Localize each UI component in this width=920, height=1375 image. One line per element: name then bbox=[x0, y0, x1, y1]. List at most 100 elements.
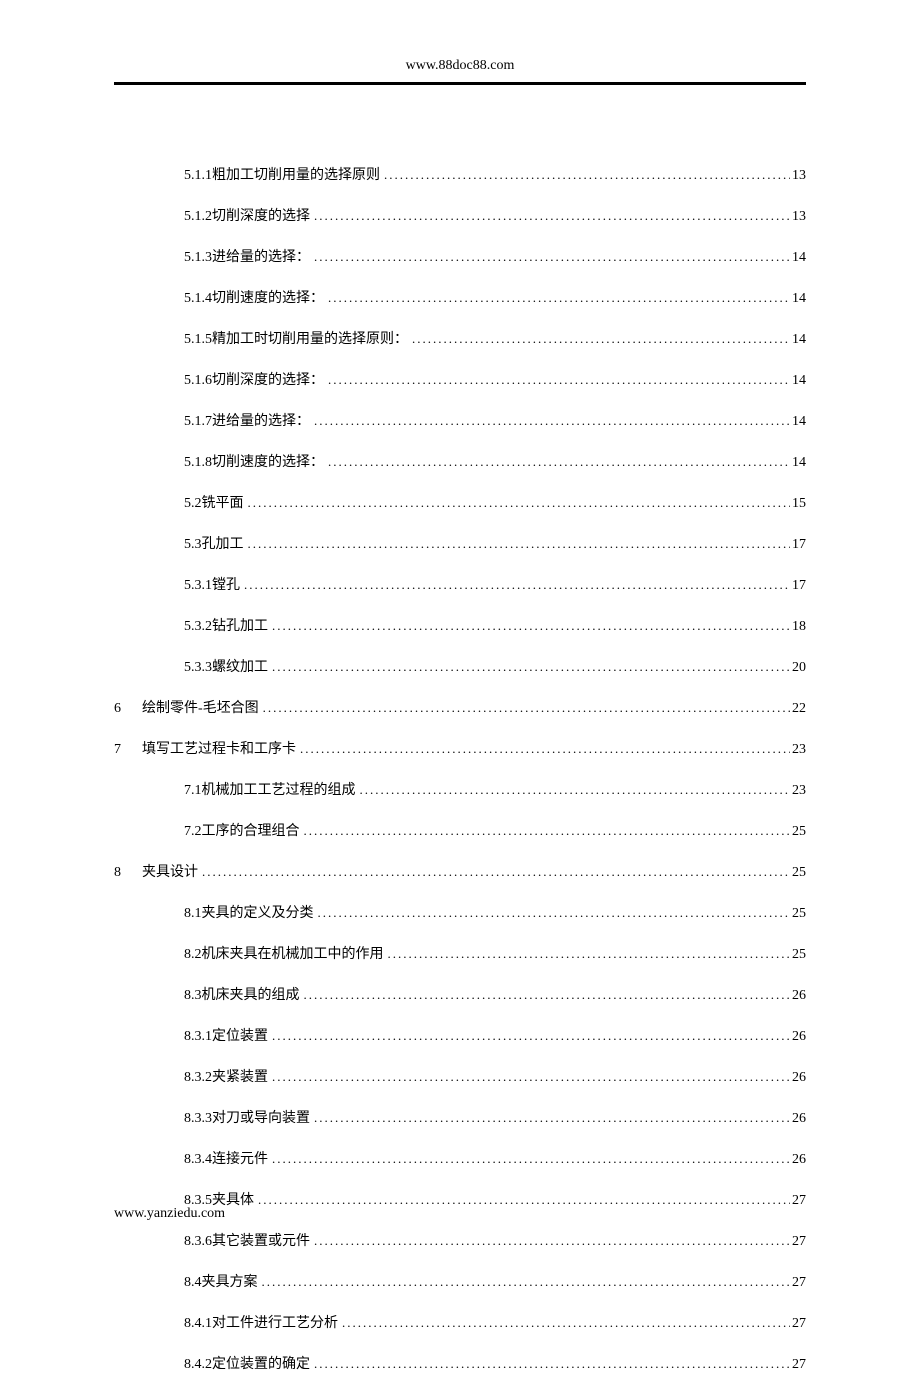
toc-entry-number: 5.3 bbox=[184, 534, 202, 555]
toc-leader-dots bbox=[310, 1354, 790, 1374]
toc-leader-dots bbox=[268, 616, 790, 636]
toc-entry-title: 切削深度的选择 bbox=[212, 206, 310, 227]
toc-entry: 8.3 机床夹具的组成 26 bbox=[184, 985, 806, 1006]
toc-entry: 8.4 夹具方案27 bbox=[184, 1272, 806, 1293]
toc-entry-number: 5.1.5 bbox=[184, 329, 212, 350]
toc-entry-title: 夹具方案 bbox=[202, 1272, 258, 1293]
toc-entry-page: 14 bbox=[790, 288, 806, 309]
toc-entry-title: 进给量的选择： bbox=[212, 411, 310, 432]
toc-entry-title: 工序的合理组合 bbox=[202, 821, 300, 842]
toc-entry: 8.3.5 夹具体27 bbox=[184, 1190, 806, 1211]
toc-entry-number: 8.3.4 bbox=[184, 1149, 212, 1170]
toc-entry-title: 机械加工工艺过程的组成 bbox=[202, 780, 356, 801]
toc-entry: 8.3.4 连接元件26 bbox=[184, 1149, 806, 1170]
toc-entry-page: 25 bbox=[790, 944, 806, 965]
toc-entry-page: 22 bbox=[790, 698, 806, 719]
toc-entry-page: 26 bbox=[790, 1108, 806, 1129]
toc-leader-dots bbox=[408, 329, 790, 349]
toc-entry-page: 23 bbox=[790, 780, 806, 801]
toc-entry-page: 14 bbox=[790, 329, 806, 350]
toc-entry-number: 5.1.7 bbox=[184, 411, 212, 432]
toc-entry: 8.3.6 其它装置或元件27 bbox=[184, 1231, 806, 1252]
toc-leader-dots bbox=[268, 1067, 790, 1087]
toc-entry-number: 5.1.1 bbox=[184, 165, 212, 186]
toc-entry: 7填写工艺过程卡和工序卡23 bbox=[114, 739, 806, 760]
toc-entry-title: 进给量的选择： bbox=[212, 247, 310, 268]
toc-entry: 8.3.2 夹紧装置26 bbox=[184, 1067, 806, 1088]
toc-leader-dots bbox=[356, 780, 791, 800]
toc-entry-page: 20 bbox=[790, 657, 806, 678]
toc-leader-dots bbox=[338, 1313, 790, 1333]
toc-entry-title: 夹紧装置 bbox=[212, 1067, 268, 1088]
header-divider bbox=[114, 82, 806, 85]
toc-entry-title: 对工件进行工艺分析 bbox=[212, 1313, 338, 1334]
toc-entry-page: 13 bbox=[790, 206, 806, 227]
toc-entry-page: 14 bbox=[790, 452, 806, 473]
toc-entry-page: 26 bbox=[790, 985, 806, 1006]
toc-entry-title: 填写工艺过程卡和工序卡 bbox=[142, 739, 296, 760]
toc-entry: 8.4.2 定位装置的确定27 bbox=[184, 1354, 806, 1375]
toc-entry-page: 18 bbox=[790, 616, 806, 637]
toc-entry-page: 14 bbox=[790, 411, 806, 432]
toc-entry-number: 7.2 bbox=[184, 821, 202, 842]
toc-leader-dots bbox=[244, 534, 791, 554]
toc-entry-number: 7 bbox=[114, 739, 128, 760]
toc-entry: 5.3.1 镗孔 17 bbox=[184, 575, 806, 596]
toc-leader-dots bbox=[310, 206, 790, 226]
toc-entry-page: 14 bbox=[790, 247, 806, 268]
toc-entry-number: 5.1.3 bbox=[184, 247, 212, 268]
toc-leader-dots bbox=[310, 247, 790, 267]
toc-leader-dots bbox=[259, 698, 790, 718]
toc-entry-page: 14 bbox=[790, 370, 806, 391]
toc-entry-number: 8.3 bbox=[184, 985, 202, 1006]
footer-url: www.yanziedu.com bbox=[114, 1206, 225, 1221]
toc-entry: 5.3.3 螺纹加工 20 bbox=[184, 657, 806, 678]
toc-entry-title: 机床夹具在机械加工中的作用 bbox=[202, 944, 384, 965]
toc-entry-title: 镗孔 bbox=[212, 575, 240, 596]
toc-entry-title: 切削速度的选择： bbox=[212, 452, 324, 473]
toc-entry-title: 夹具的定义及分类 bbox=[202, 903, 314, 924]
toc-entry-title: 钻孔加工 bbox=[212, 616, 268, 637]
toc-entry-title: 机床夹具的组成 bbox=[202, 985, 300, 1006]
toc-entry-page: 13 bbox=[790, 165, 806, 186]
toc-entry: 7.2 工序的合理组合 25 bbox=[184, 821, 806, 842]
toc-entry-number: 5.1.8 bbox=[184, 452, 212, 473]
toc-entry-number: 8 bbox=[114, 862, 128, 883]
toc-leader-dots bbox=[300, 821, 791, 841]
toc-entry-number: 5.1.2 bbox=[184, 206, 212, 227]
toc-entry-page: 25 bbox=[790, 821, 806, 842]
toc-entry: 5.2 铣平面15 bbox=[184, 493, 806, 514]
toc-entry-title: 连接元件 bbox=[212, 1149, 268, 1170]
toc-leader-dots bbox=[324, 370, 790, 390]
toc-entry-title: 粗加工切削用量的选择原则 bbox=[212, 165, 380, 186]
toc-leader-dots bbox=[296, 739, 790, 759]
toc-leader-dots bbox=[384, 944, 791, 964]
toc-entry-page: 27 bbox=[790, 1313, 806, 1334]
toc-entry-title: 螺纹加工 bbox=[212, 657, 268, 678]
toc-entry-title: 夹具设计 bbox=[142, 862, 198, 883]
toc-leader-dots bbox=[198, 862, 790, 882]
toc-leader-dots bbox=[310, 1231, 790, 1251]
toc-entry-title: 定位装置 bbox=[212, 1026, 268, 1047]
toc-entry: 6绘制零件-毛坯合图22 bbox=[114, 698, 806, 719]
toc-entry-number: 8.3.3 bbox=[184, 1108, 212, 1129]
toc-leader-dots bbox=[300, 985, 791, 1005]
toc-entry: 8夹具设计25 bbox=[114, 862, 806, 883]
toc-entry-number: 8.2 bbox=[184, 944, 202, 965]
toc-entry-page: 15 bbox=[790, 493, 806, 514]
toc-entry-page: 27 bbox=[790, 1190, 806, 1211]
toc-entry: 5.1.2 切削深度的选择 13 bbox=[184, 206, 806, 227]
toc-leader-dots bbox=[268, 1149, 790, 1169]
toc-entry: 5.1.8 切削速度的选择： 14 bbox=[184, 452, 806, 473]
toc-entry-title: 定位装置的确定 bbox=[212, 1354, 310, 1375]
toc-leader-dots bbox=[324, 288, 790, 308]
toc-entry: 5.1.6 切削深度的选择： 14 bbox=[184, 370, 806, 391]
toc-entry-number: 5.1.6 bbox=[184, 370, 212, 391]
toc-entry-page: 17 bbox=[790, 575, 806, 596]
toc-entry-page: 26 bbox=[790, 1026, 806, 1047]
toc-entry-number: 5.3.3 bbox=[184, 657, 212, 678]
toc-entry-number: 5.3.1 bbox=[184, 575, 212, 596]
toc-entry-title: 切削深度的选择： bbox=[212, 370, 324, 391]
toc-entry-number: 8.3.6 bbox=[184, 1231, 212, 1252]
toc-entry-number: 8.4.1 bbox=[184, 1313, 212, 1334]
